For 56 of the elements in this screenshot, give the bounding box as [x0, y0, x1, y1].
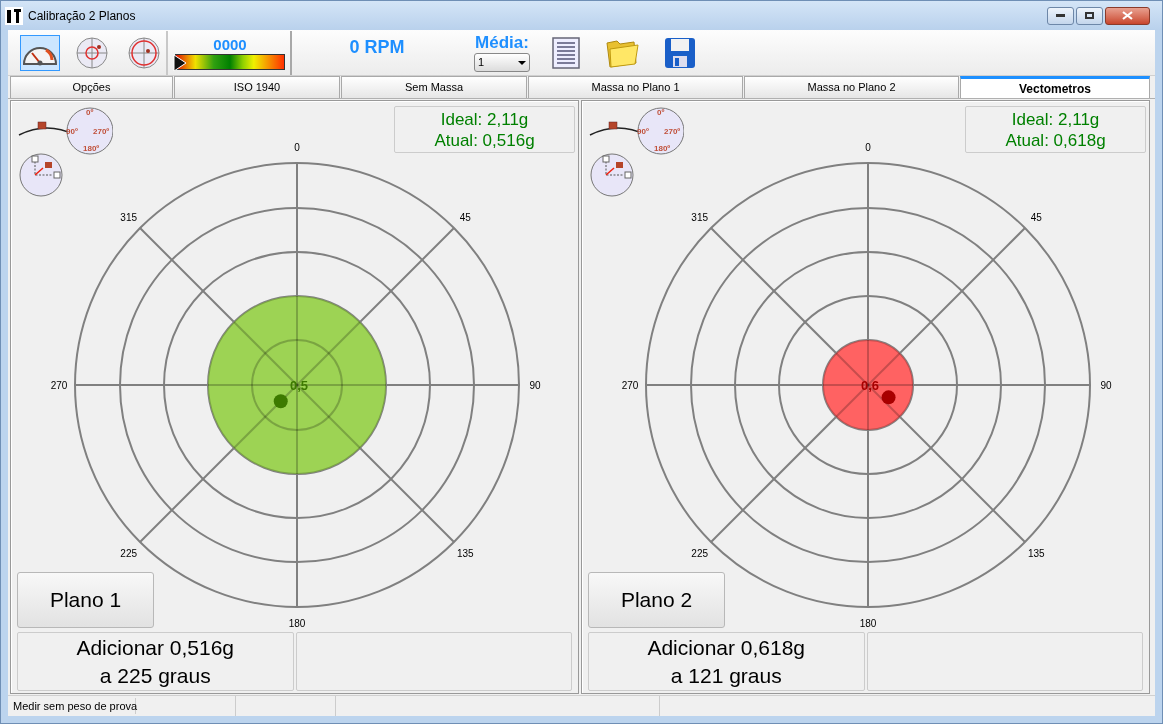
- tab[interactable]: ISO 1940: [174, 76, 340, 98]
- media-label: Média:: [475, 33, 529, 53]
- dial-label: 0º: [657, 107, 665, 119]
- tab[interactable]: Vectometros: [960, 76, 1150, 98]
- close-button[interactable]: [1105, 6, 1150, 25]
- plane-button[interactable]: Plano 1: [17, 572, 154, 628]
- dropdown-caret-icon: [518, 60, 526, 65]
- dial-label: 270º: [664, 126, 681, 138]
- close-icon: [1122, 11, 1133, 20]
- minimize-button[interactable]: [1047, 6, 1074, 25]
- target-icon: [127, 35, 161, 70]
- angle-label: 315: [120, 211, 138, 223]
- media-dropdown[interactable]: 1: [474, 53, 530, 72]
- counter-readout: 0000: [213, 35, 247, 54]
- dial-label: 270º: [93, 126, 110, 138]
- angle-label: 45: [459, 211, 471, 223]
- mode-button[interactable]: [20, 34, 60, 71]
- angle-label: 135: [1027, 548, 1045, 560]
- rpm-readout: 0 RPM: [349, 36, 405, 59]
- angle-label: 225: [691, 548, 709, 560]
- result-text: Adicionar 0,618g a 121 graus: [588, 632, 865, 691]
- app-logo-icon: [5, 6, 23, 25]
- angle-label: 0: [294, 142, 300, 153]
- tab[interactable]: Sem Massa: [341, 76, 527, 98]
- tab[interactable]: Opções: [10, 76, 173, 98]
- angle-label: 270: [50, 380, 68, 391]
- current-mass: Atual: 0,516g: [434, 129, 535, 151]
- target-icon: [75, 35, 109, 70]
- angle-label: 45: [1030, 211, 1042, 223]
- angle-label: 315: [691, 211, 709, 223]
- window-title: Calibração 2 Planos: [28, 7, 136, 25]
- angle-label: 180: [859, 618, 877, 628]
- angle-label: 270: [621, 380, 639, 391]
- angle-label: 180: [288, 618, 306, 628]
- angle-label: 0: [865, 142, 871, 153]
- center-value: 0,5: [289, 378, 309, 393]
- ideal-mass: Ideal: 2,11g: [440, 108, 529, 130]
- result-text: Adicionar 0,516g a 225 graus: [17, 632, 294, 691]
- dial-label: 0º: [86, 107, 94, 119]
- dial-label: 90º: [637, 126, 649, 138]
- dial-label: 180º: [83, 143, 100, 155]
- angle-label: 225: [120, 548, 138, 560]
- dial-label: 180º: [654, 143, 671, 155]
- angle-label: 90: [529, 380, 541, 391]
- document-list-icon[interactable]: [552, 36, 580, 69]
- angle-label: 135: [456, 548, 474, 560]
- plane-button[interactable]: Plano 2: [588, 572, 725, 628]
- current-mass: Atual: 0,618g: [1005, 129, 1106, 151]
- maximize-button[interactable]: [1076, 6, 1103, 25]
- status-message: Medir sem peso de prova: [8, 697, 136, 715]
- tab[interactable]: Massa no Plano 1: [528, 76, 743, 98]
- tab[interactable]: Massa no Plano 2: [744, 76, 959, 98]
- ideal-mass: Ideal: 2,11g: [1011, 108, 1100, 130]
- dial-label: 90º: [66, 126, 78, 138]
- angle-label: 90: [1100, 380, 1112, 391]
- center-value: 0,6: [860, 378, 880, 393]
